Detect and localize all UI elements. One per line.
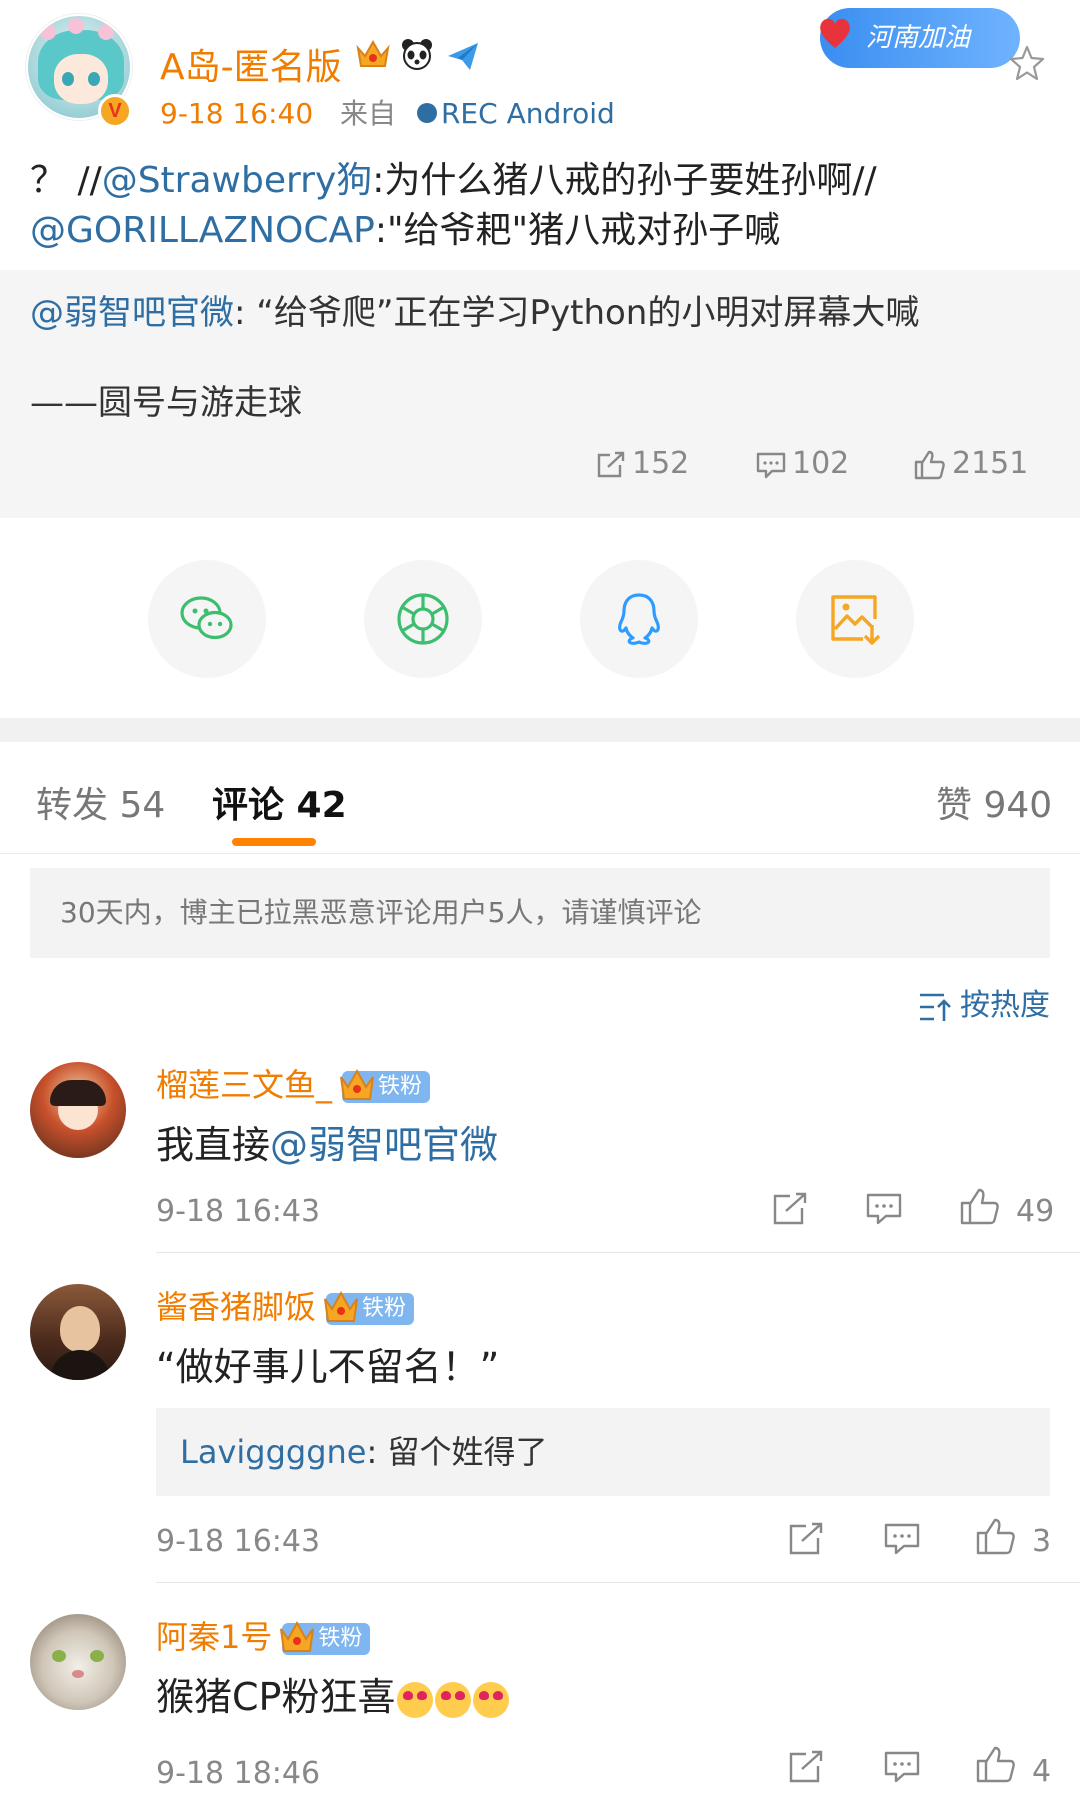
section-divider (0, 718, 1080, 742)
heart-eyes-emoji-icon (473, 1681, 510, 1718)
quoted-post[interactable]: @弱智吧官微: “给爷爬”正在学习Python的小明对屏幕大喊 ——圆号与游走球… (0, 270, 1080, 518)
repost-icon (597, 451, 625, 477)
repost-icon[interactable] (788, 1522, 824, 1556)
qq-icon (618, 593, 660, 645)
comment-separator (156, 1252, 1080, 1253)
panda-icon (402, 39, 432, 70)
tab-like[interactable]: 赞 940 (936, 776, 1052, 828)
favorite-star-icon[interactable] (1008, 44, 1046, 82)
author-name[interactable]: A岛-匿名版 (160, 38, 342, 90)
rec-dot-icon (416, 103, 437, 123)
reply-text: : 留个姓得了 (366, 1433, 548, 1471)
like-icon[interactable] (976, 1746, 1016, 1784)
comment-text-body: 我直接 (156, 1123, 271, 1167)
fan-badge-label: 铁粉 (318, 1626, 363, 1651)
quoted-like-count[interactable]: 2151 (914, 446, 1028, 481)
weibo-detail-page: V A岛-匿名版 9-18 16:40 来自 REC Android 河南加油 … (0, 0, 1080, 1796)
share-moments-button[interactable] (364, 560, 482, 678)
crown-icon (280, 1620, 315, 1652)
heart-eyes-emoji-icon (435, 1681, 472, 1718)
comment-icon[interactable] (884, 1750, 920, 1784)
fan-badge: 铁粉 (340, 1068, 431, 1103)
heart-icon (820, 18, 850, 48)
comment-icon (756, 452, 786, 478)
crown-icon (356, 39, 390, 67)
like-count: 3 (1032, 1524, 1052, 1559)
commenter-name-text: 酱香猪脚饭 (156, 1288, 317, 1326)
comment-text: “做好事儿不留名！” (156, 1345, 500, 1389)
like-count: 4 (1032, 1754, 1052, 1789)
like-icon[interactable] (976, 1518, 1016, 1556)
quoted-comment-count[interactable]: 102 (756, 446, 849, 481)
fan-badge: 铁粉 (280, 1620, 371, 1655)
commenter-name-text: 榴莲三文鱼_ (156, 1066, 333, 1104)
post-text-segment: :"给爷耙"猪八戒对孙子喊 (374, 210, 781, 251)
quoted-text: @弱智吧官微: “给爷爬”正在学习Python的小明对屏幕大喊 (30, 290, 919, 336)
crown-icon (340, 1068, 375, 1100)
commenter-avatar[interactable] (30, 1062, 126, 1158)
fan-badge: 铁粉 (324, 1290, 415, 1325)
quoted-repost-count[interactable]: 152 (596, 446, 689, 481)
post-text-segment: :为什么猪八戒的孙子要姓孙啊// (372, 160, 877, 201)
mention-link[interactable]: @弱智吧官微 (270, 1123, 498, 1167)
active-tab-indicator (232, 838, 316, 846)
source-prefix: 来自 (340, 97, 397, 130)
mention-link[interactable]: @GORILLAZNOCAP (30, 210, 375, 251)
comment-time: 9-18 18:46 (156, 1756, 321, 1791)
comment-text: 我直接@弱智吧官微 (156, 1114, 498, 1169)
moments-icon (397, 593, 449, 645)
comment-notice: 30天内，博主已拉黑恶意评论用户5人，请谨慎评论 (30, 868, 1050, 958)
heart-eyes-emoji-icon (397, 1681, 434, 1718)
reply-user-link[interactable]: Laviggggne (180, 1433, 366, 1471)
comment-count: 102 (792, 446, 850, 481)
commenter-name[interactable]: 榴莲三文鱼_ 铁粉 (156, 1060, 431, 1106)
verified-badge-icon: V (98, 94, 132, 128)
share-qq-button[interactable] (580, 560, 698, 678)
comment-time: 9-18 16:43 (156, 1194, 321, 1229)
post-text-segment: ？ // (30, 160, 102, 201)
like-icon (914, 450, 945, 479)
mention-link[interactable]: @Strawberry狗 (102, 160, 373, 201)
detail-tabs: 转发 54 评论 42 赞 940 (0, 742, 1080, 854)
repost-icon[interactable] (772, 1192, 808, 1226)
wechat-icon (180, 596, 233, 640)
share-wechat-button[interactable] (148, 560, 266, 678)
commenter-name[interactable]: 阿秦1号 铁粉 (156, 1612, 371, 1658)
comment-icon[interactable] (884, 1522, 920, 1556)
tab-repost[interactable]: 转发 54 (36, 776, 165, 828)
crown-icon (324, 1290, 359, 1322)
post-source[interactable]: REC Android (441, 97, 615, 130)
sub-reply[interactable]: Laviggggne: 留个姓得了 (156, 1408, 1050, 1496)
commenter-name-text: 阿秦1号 (156, 1618, 273, 1656)
mention-link[interactable]: @弱智吧官微 (30, 293, 234, 333)
tab-comment[interactable]: 评论 42 (212, 776, 347, 828)
comment-text-body: 猴猪CP粉狂喜 (156, 1675, 396, 1719)
paper-plane-icon (448, 43, 478, 70)
quoted-text-body: : “给爷爬”正在学习Python的小明对屏幕大喊 (234, 293, 920, 333)
like-count: 2151 (952, 446, 1029, 481)
repost-icon[interactable] (788, 1750, 824, 1784)
sort-icon (920, 993, 951, 1021)
quoted-signature: ——圆号与游走球 (30, 383, 302, 423)
sort-label: 按热度 (960, 988, 1050, 1023)
like-icon[interactable] (960, 1188, 1000, 1226)
save-image-button[interactable] (796, 560, 914, 678)
repost-count: 152 (632, 446, 690, 481)
post-text: ？ //@Strawberry狗:为什么猪八戒的孙子要姓孙啊// @GORILL… (30, 156, 1050, 256)
post-meta: 9-18 16:40 来自 REC Android (160, 92, 615, 132)
like-count: 49 (1016, 1194, 1055, 1229)
share-row (0, 518, 1080, 718)
save-image-icon (831, 595, 881, 645)
fan-badge-label: 铁粉 (362, 1296, 407, 1321)
commenter-name[interactable]: 酱香猪脚饭 铁粉 (156, 1282, 415, 1328)
fan-badge-label: 铁粉 (378, 1074, 423, 1099)
comment-icon[interactable] (866, 1192, 902, 1226)
comment-separator (156, 1582, 1080, 1583)
comment-text: 猴猪CP粉狂喜 (156, 1666, 510, 1721)
comment-time: 9-18 16:43 (156, 1524, 321, 1559)
commenter-avatar[interactable] (30, 1614, 126, 1710)
commenter-avatar[interactable] (30, 1284, 126, 1380)
post-time: 9-18 16:40 (160, 97, 314, 130)
sort-button[interactable]: 按热度 (918, 980, 1050, 1024)
